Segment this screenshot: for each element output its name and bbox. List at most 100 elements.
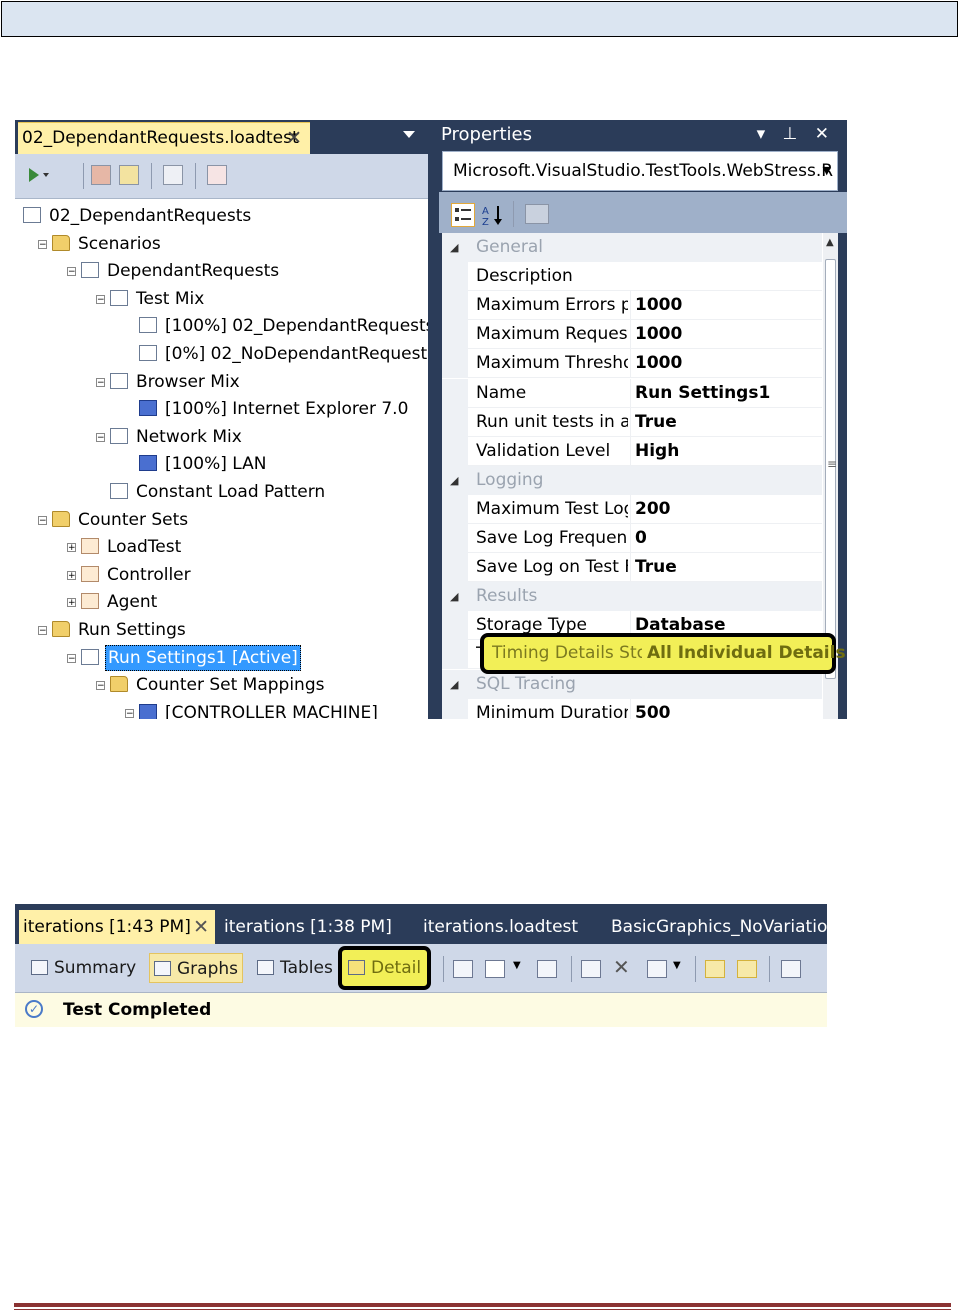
collapse-icon[interactable]: −	[96, 377, 105, 387]
tree-node[interactable]: − Test Mix	[15, 286, 428, 312]
property-row[interactable]: Maximum Test Log 200	[442, 494, 822, 524]
tree-node[interactable]: − Counter Sets	[15, 507, 428, 533]
property-row[interactable]: Save Log Frequency0	[442, 524, 822, 553]
chevron-down-icon[interactable]: ▼	[823, 152, 831, 190]
property-category-logging[interactable]: ◢ Logging	[442, 465, 822, 495]
expand-icon[interactable]: +	[67, 598, 76, 608]
tree-node[interactable]: − Run Settings	[15, 617, 428, 643]
analysis-notes-icon[interactable]	[781, 960, 801, 978]
property-row[interactable]: Validation Level High	[442, 436, 822, 466]
add-graph-icon[interactable]	[453, 960, 473, 978]
property-pages-icon[interactable]	[525, 204, 549, 224]
properties-icon[interactable]	[163, 165, 183, 185]
tree-node-label[interactable]: [100%] Internet Explorer 7.0	[163, 396, 410, 422]
collapse-icon[interactable]: −	[96, 681, 105, 691]
run-test-icon[interactable]	[25, 165, 49, 185]
sort-alphabetical-icon[interactable]: AZ	[481, 203, 505, 228]
tree-node-label[interactable]: Constant Load Pattern	[134, 479, 327, 505]
add-counter-set-icon[interactable]	[119, 165, 139, 185]
property-row[interactable]: Run unit tests in ap True	[442, 407, 822, 437]
tree-node-label[interactable]: [0%] 02_NoDependantRequestsA	[163, 341, 428, 367]
object-selector-dropdown[interactable]: Microsoft.VisualStudio.TestTools.WebStre…	[442, 151, 838, 191]
chevron-down-icon[interactable]	[403, 131, 415, 138]
property-value[interactable]: 1000	[630, 291, 822, 320]
chevron-down-icon[interactable]: ▼	[513, 960, 533, 978]
layout-icon[interactable]	[485, 960, 505, 978]
collapse-icon[interactable]: −	[38, 626, 47, 636]
tab-results-active[interactable]: iterations [1:43 PM] ✕	[19, 910, 215, 944]
property-value[interactable]: 1000	[630, 349, 822, 378]
property-row[interactable]: Save Log on Test F True	[442, 553, 822, 583]
tree-node-label[interactable]: Run Settings	[76, 617, 188, 643]
summary-button[interactable]: Summary	[31, 953, 136, 983]
tree-node-label[interactable]: Test Mix	[134, 286, 206, 312]
property-category-results[interactable]: ◢ Results	[442, 582, 822, 612]
collapse-icon[interactable]: −	[96, 432, 105, 442]
tree-node-label[interactable]: 02_DependantRequests	[47, 203, 253, 229]
tree-node[interactable]: + Agent	[15, 589, 428, 615]
property-row[interactable]: Maximum Request 1000	[442, 320, 822, 350]
tree-node-label[interactable]: [100%] 02_DependantRequestsAr	[163, 313, 428, 339]
tree-node[interactable]: [100%] Internet Explorer 7.0	[15, 396, 428, 422]
tree-node[interactable]: − Counter Set Mappings	[15, 672, 428, 698]
property-value[interactable]: All Individual Details	[647, 643, 846, 663]
tree-node[interactable]: − [CONTROLLER MACHINE]	[15, 700, 428, 719]
tree-node[interactable]: [0%] 02_NoDependantRequestsA	[15, 341, 428, 367]
tables-button[interactable]: Tables	[257, 953, 333, 983]
property-value[interactable]: Run Settings1	[630, 378, 822, 407]
tree-node-label[interactable]: [CONTROLLER MACHINE]	[163, 700, 380, 719]
tree-node-label[interactable]: Controller	[105, 562, 193, 588]
property-value[interactable]: True	[630, 553, 822, 582]
close-icon[interactable]: ✕	[286, 123, 302, 153]
add-scenario-icon[interactable]	[91, 165, 111, 185]
tree-node[interactable]: [100%] 02_DependantRequestsAr	[15, 313, 428, 339]
property-value[interactable]: True	[630, 407, 822, 436]
tab-basicgraphics[interactable]: BasicGraphics_NoVariations	[611, 910, 827, 944]
collapse-icon[interactable]: ◢	[450, 582, 458, 611]
collapse-icon[interactable]: ◢	[450, 233, 458, 262]
delete-icon[interactable]: ✕	[613, 957, 633, 978]
tree-node-label[interactable]: Agent	[105, 589, 159, 615]
property-row[interactable]: Description	[442, 262, 822, 292]
pane-splitter[interactable]	[428, 120, 439, 719]
property-row[interactable]: Minimum Duration 500	[442, 698, 822, 719]
property-row[interactable]: Maximum Errors per1000	[442, 291, 822, 321]
tree-node-label[interactable]: Network Mix	[134, 424, 244, 450]
tree-node-label[interactable]: DependantRequests	[105, 258, 281, 284]
manage-rigs-icon[interactable]	[207, 165, 227, 185]
tree-node-label[interactable]: Browser Mix	[134, 369, 242, 395]
tree-node-label[interactable]: Counter Sets	[76, 507, 190, 533]
tree-node[interactable]: − Run Settings1 [Active]	[15, 644, 428, 671]
collapse-icon[interactable]: −	[38, 515, 47, 525]
tree-node[interactable]: 02_DependantRequests	[15, 203, 428, 229]
collapse-icon[interactable]: −	[96, 294, 105, 304]
tree-node[interactable]: Constant Load Pattern	[15, 479, 428, 505]
window-buttons[interactable]: ▾ ⊥ ✕	[757, 120, 835, 149]
property-value[interactable]: High	[630, 436, 822, 465]
collapse-icon[interactable]: ◢	[450, 670, 458, 699]
collapse-icon[interactable]: −	[125, 708, 134, 718]
tree-node-label[interactable]: LoadTest	[105, 534, 183, 560]
tree-node-label[interactable]: Run Settings1 [Active]	[105, 644, 301, 671]
collapse-icon[interactable]: ◢	[450, 466, 458, 495]
collapse-icon[interactable]: −	[67, 267, 76, 277]
tree-node-label[interactable]: [100%] LAN	[163, 451, 268, 477]
tab-loadtest[interactable]: iterations.loadtest	[423, 910, 578, 944]
property-category-general[interactable]: ◢ General	[442, 233, 822, 262]
tree-node-label[interactable]: Counter Set Mappings	[134, 672, 326, 698]
property-value[interactable]: 0	[630, 524, 822, 552]
property-row[interactable]: Name Run Settings1	[442, 378, 822, 408]
tab-loadtest-file[interactable]: 02_DependantRequests.loadtest ✕	[18, 122, 310, 154]
collapse-icon[interactable]: −	[67, 653, 76, 663]
export-icon[interactable]	[537, 960, 557, 978]
zoom-in-icon[interactable]	[705, 960, 725, 978]
show-counters-icon[interactable]	[581, 960, 601, 978]
tree-node[interactable]: − Browser Mix	[15, 369, 428, 395]
tree-node-label[interactable]: Scenarios	[76, 231, 163, 257]
tree-node[interactable]: − Network Mix	[15, 424, 428, 450]
scroll-up-icon[interactable]: ▲	[826, 237, 834, 248]
property-row[interactable]: Maximum Threshold1000	[442, 349, 822, 379]
property-value[interactable]: 500	[630, 698, 822, 719]
detail-button[interactable]: Detail	[338, 946, 432, 990]
tree-node[interactable]: [100%] LAN	[15, 451, 428, 477]
